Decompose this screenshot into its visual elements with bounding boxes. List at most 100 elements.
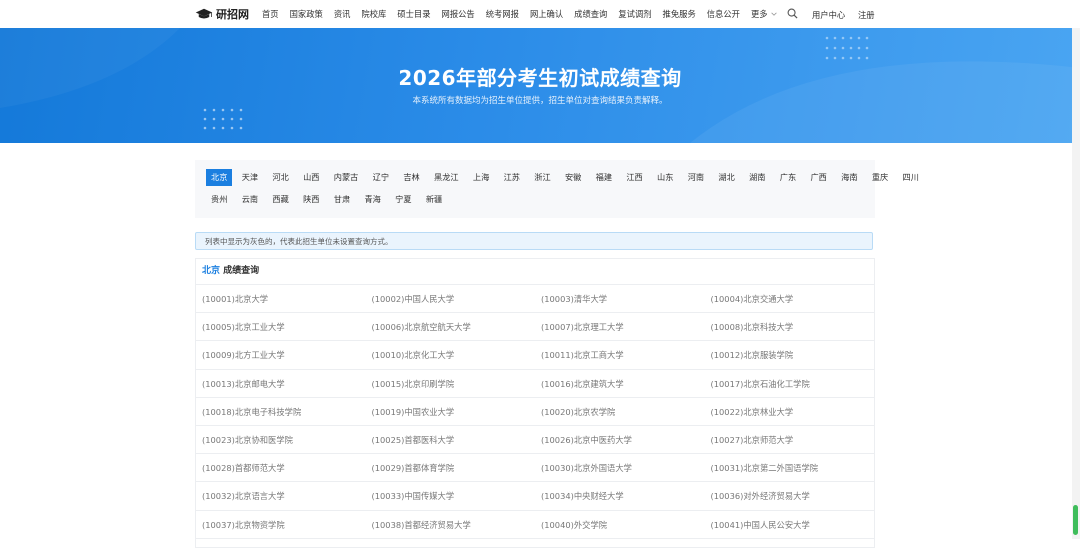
province-tab[interactable]: 上海 — [468, 169, 494, 186]
university-link[interactable]: (10034)中央财经大学 — [535, 482, 705, 509]
university-link[interactable]: (10025)首都医科大学 — [366, 426, 536, 453]
table-row: (10032)北京语言大学 (10033)中国传媒大学 (10034)中央财经大… — [196, 482, 875, 511]
province-tab[interactable]: 内蒙古 — [329, 169, 364, 186]
nav-item-announcements[interactable]: 网报公告 — [442, 8, 475, 20]
university-link[interactable]: (10020)北京农学院 — [535, 398, 705, 425]
university-link[interactable]: (10037)北京物资学院 — [196, 511, 366, 538]
province-tab[interactable]: 山西 — [298, 169, 324, 186]
province-tab[interactable]: 广西 — [805, 169, 831, 186]
province-tab[interactable]: 云南 — [237, 191, 263, 208]
province-tab[interactable]: 甘肃 — [329, 191, 355, 208]
province-tab[interactable]: 新疆 — [421, 191, 447, 208]
search-icon[interactable] — [787, 8, 798, 19]
university-link[interactable]: (10011)北京工商大学 — [535, 341, 705, 368]
dot-pattern-left — [203, 108, 243, 130]
nav-more-dropdown[interactable]: 更多 — [751, 8, 777, 20]
university-link[interactable]: (10023)北京协和医学院 — [196, 426, 366, 453]
university-link[interactable]: (10028)首都师范大学 — [196, 454, 366, 481]
hero-banner: 2026年部分考生初试成绩查询 本系统所有数据均为招生单位提供，招生单位对查询结… — [0, 28, 1080, 143]
university-link[interactable]: (10008)北京科技大学 — [705, 313, 875, 340]
university-link[interactable]: (10009)北方工业大学 — [196, 341, 366, 368]
table-row: (10009)北方工业大学 (10010)北京化工大学 (10011)北京工商大… — [196, 341, 875, 370]
nav-item-registration[interactable]: 统考网报 — [486, 8, 519, 20]
province-tab[interactable]: 山东 — [652, 169, 678, 186]
university-link[interactable]: (10041)中国人民公安大学 — [705, 511, 875, 538]
page-title: 2026年部分考生初试成绩查询 — [398, 66, 682, 90]
province-tab[interactable]: 湖北 — [713, 169, 739, 186]
table-row: (10005)北京工业大学 (10006)北京航空航天大学 (10007)北京理… — [196, 313, 875, 342]
province-tab[interactable]: 江西 — [621, 169, 647, 186]
province-tab[interactable]: 陕西 — [298, 191, 324, 208]
university-link[interactable]: (10017)北京石油化工学院 — [705, 370, 875, 397]
page-subtitle: 本系统所有数据均为招生单位提供，招生单位对查询结果负责解释。 — [412, 96, 668, 106]
province-tab[interactable]: 贵州 — [206, 191, 232, 208]
results-heading: 北京 成绩查询 — [196, 259, 874, 285]
province-tab[interactable]: 安徽 — [560, 169, 586, 186]
nav-item-score-query[interactable]: 成绩查询 — [574, 8, 607, 20]
nav-item-news[interactable]: 资讯 — [334, 8, 351, 20]
university-link[interactable]: (10018)北京电子科技学院 — [196, 398, 366, 425]
nav-item-adjustment[interactable]: 复试调剂 — [618, 8, 651, 20]
province-tab[interactable]: 黑龙江 — [429, 169, 464, 186]
university-link[interactable]: (10012)北京服装学院 — [705, 341, 875, 368]
nav-item-disclosure[interactable]: 信息公开 — [707, 8, 740, 20]
site-logo[interactable]: 研招网 — [195, 6, 249, 22]
province-tab[interactable]: 辽宁 — [368, 169, 394, 186]
university-link[interactable]: (10001)北京大学 — [196, 285, 366, 312]
province-tab[interactable]: 重庆 — [867, 169, 893, 186]
university-link[interactable]: (10005)北京工业大学 — [196, 313, 366, 340]
nav-item-catalog[interactable]: 硕士目录 — [397, 8, 430, 20]
results-panel: 北京 成绩查询 (10001)北京大学 (10002)中国人民大学 (10003… — [195, 258, 875, 548]
scrollbar-track[interactable] — [1072, 28, 1080, 539]
chevron-down-icon — [770, 12, 777, 16]
province-tab[interactable]: 河南 — [683, 169, 709, 186]
university-link[interactable]: (10036)对外经济贸易大学 — [705, 482, 875, 509]
nav-item-home[interactable]: 首页 — [262, 8, 279, 20]
university-link[interactable]: (10006)北京航空航天大学 — [366, 313, 536, 340]
university-link[interactable]: (10029)首都体育学院 — [366, 454, 536, 481]
university-link[interactable]: (10004)北京交通大学 — [705, 285, 875, 312]
university-link[interactable]: (10032)北京语言大学 — [196, 482, 366, 509]
university-link[interactable]: (10030)北京外国语大学 — [535, 454, 705, 481]
university-link[interactable]: (10019)中国农业大学 — [366, 398, 536, 425]
province-tab[interactable]: 天津 — [237, 169, 263, 186]
province-tab[interactable]: 四川 — [898, 169, 924, 186]
university-link[interactable]: (10016)北京建筑大学 — [535, 370, 705, 397]
nav-item-policy[interactable]: 国家政策 — [290, 8, 323, 20]
nav-more-label: 更多 — [750, 9, 768, 19]
province-tab[interactable]: 广东 — [775, 169, 801, 186]
university-link[interactable]: (10010)北京化工大学 — [366, 341, 536, 368]
university-link[interactable]: (10022)北京林业大学 — [705, 398, 875, 425]
university-link[interactable]: (10003)清华大学 — [535, 285, 705, 312]
province-tab[interactable]: 江苏 — [499, 169, 525, 186]
table-row: (10028)首都师范大学 (10029)首都体育学院 (10030)北京外国语… — [196, 454, 875, 483]
user-center-link[interactable]: 用户中心 — [812, 9, 845, 21]
province-tab[interactable]: 青海 — [359, 191, 385, 208]
province-tab[interactable]: 福建 — [591, 169, 617, 186]
nav-item-recommendation[interactable]: 推免服务 — [663, 8, 696, 20]
province-tab[interactable]: 湖南 — [744, 169, 770, 186]
university-link[interactable]: (10040)外交学院 — [535, 511, 705, 538]
university-link[interactable]: (10033)中国传媒大学 — [366, 482, 536, 509]
university-link[interactable]: (10015)北京印刷学院 — [366, 370, 536, 397]
nav-item-online-confirm[interactable]: 网上确认 — [530, 8, 563, 20]
province-row-1: 北京 天津 河北 山西 内蒙古 辽宁 吉林 黑龙江 上海 江苏 浙江 安徽 福建… — [206, 169, 928, 186]
university-link[interactable]: (10007)北京理工大学 — [535, 313, 705, 340]
province-tab[interactable]: 浙江 — [529, 169, 555, 186]
main-menu: 首页 国家政策 资讯 院校库 硕士目录 网报公告 统考网报 网上确认 成绩查询 … — [262, 0, 777, 28]
university-link[interactable]: (10013)北京邮电大学 — [196, 370, 366, 397]
university-link[interactable]: (10027)北京师范大学 — [705, 426, 875, 453]
university-link[interactable]: (10026)北京中医药大学 — [535, 426, 705, 453]
province-tab[interactable]: 河北 — [267, 169, 293, 186]
university-link[interactable]: (10002)中国人民大学 — [366, 285, 536, 312]
province-tab[interactable]: 吉林 — [398, 169, 424, 186]
province-tab[interactable]: 宁夏 — [390, 191, 416, 208]
province-tab[interactable]: 海南 — [836, 169, 862, 186]
university-link[interactable]: (10038)首都经济贸易大学 — [366, 511, 536, 538]
nav-item-schools[interactable]: 院校库 — [361, 8, 386, 20]
university-link[interactable]: (10031)北京第二外国语学院 — [705, 454, 875, 481]
register-link[interactable]: 注册 — [858, 9, 875, 21]
province-tab-beijing[interactable]: 北京 — [206, 169, 233, 186]
province-tab[interactable]: 西藏 — [267, 191, 293, 208]
scrollbar-thumb[interactable] — [1073, 505, 1078, 535]
